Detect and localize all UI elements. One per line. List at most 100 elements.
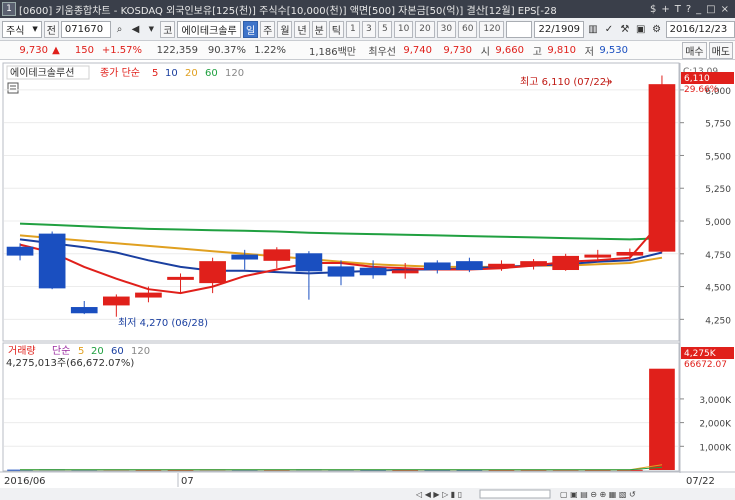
chart-area[interactable]: 에이테크솔루션 종가 단순 5 10 20 60 120 4,250 4,500 4,750… (0, 61, 735, 500)
minimize-icon[interactable]: _ (696, 4, 701, 15)
volume-value: 122,359 (156, 44, 198, 56)
candle-body (616, 251, 644, 256)
zoom-icons[interactable]: ▢ ▣ ▤ ⊖ ⊕ ▦ ▧ ↺ (560, 490, 636, 499)
help-icon[interactable]: ? (686, 4, 691, 15)
current-volume-tag: 4,275K (684, 349, 717, 359)
ma-period-label: 60 (205, 68, 218, 79)
volume-axis-tick-label: 2,000K (699, 420, 732, 430)
window-title: [0600] 키움종합차트 - KOSDAQ 외국인보유[125(천)] 주식수… (19, 5, 557, 17)
chevron-down-icon: ▼ (32, 25, 38, 33)
x-axis-label-end: 07/22 (686, 476, 715, 487)
candle (648, 75, 676, 253)
price-axis-tick-label: 5,500 (705, 152, 731, 162)
candle-body (6, 246, 34, 256)
sell-button[interactable]: 매도 (708, 41, 733, 59)
dollar-icon[interactable]: $ (650, 4, 656, 15)
period-month-button[interactable]: 월 (277, 20, 293, 38)
maximize-icon[interactable]: □ (706, 4, 715, 15)
crosshair-icon[interactable]: ✓ (602, 21, 616, 38)
period-year-button[interactable]: 년 (294, 20, 310, 38)
x-axis-label-start: 2016/06 (4, 476, 46, 487)
price-axis-tick-label: 5,000 (705, 218, 731, 228)
candle-body (488, 263, 515, 268)
interval-60-button[interactable]: 60 (458, 20, 478, 38)
volume-ma-period-label: 120 (131, 346, 150, 357)
tool-icon[interactable]: ⚒ (618, 21, 632, 38)
ma-period-label: 10 (165, 68, 178, 79)
text-icon[interactable]: T (675, 4, 681, 15)
period-day-button[interactable]: 일 (243, 20, 259, 38)
current-price: 9,730 (19, 44, 48, 56)
window-controls: $ + T ? _ □ × (650, 4, 729, 15)
interval-1-button[interactable]: 1 (345, 20, 360, 38)
blank-input[interactable] (506, 20, 533, 38)
ma-period-label: 5 (152, 68, 158, 79)
mode-select[interactable]: 주식 ▼ (2, 20, 42, 38)
volume-axis-tick-label: 3,000K (699, 396, 732, 406)
speaker-icon[interactable]: ◀ (129, 21, 143, 38)
candle-body (648, 84, 676, 252)
window-titlebar: 1 [0600] 키움종합차트 - KOSDAQ 외국인보유[125(천)] 주… (0, 0, 735, 18)
scroll-nav-icons[interactable]: ◁ ◀ ▶ ▷ ▮ ▯ (415, 490, 462, 499)
high-arrow-icon: → (604, 77, 612, 88)
volume-summary: 4,275,013주(66,672.07%) (6, 358, 134, 369)
bar-chart-icon[interactable]: ▥ (586, 21, 600, 38)
interval-20-button[interactable]: 20 (415, 20, 435, 38)
priority-label: 최우선 (368, 46, 396, 58)
current-price-tag: 6,110 (684, 74, 710, 84)
price-axis-tick-label: 4,250 (705, 316, 731, 326)
chart-toolbar: 주식 ▼ 전 071670 ⌕ ◀ ▼ 코 에이테크솔루 일 주 월 년 분 틱 … (0, 18, 735, 41)
data-count-input[interactable]: 22/1909 (534, 20, 585, 38)
stock-code-input[interactable]: 071670 (60, 20, 111, 38)
candle (552, 253, 580, 271)
gear-icon[interactable]: ⚙ (650, 21, 664, 38)
volume-ma-label: 단순 (52, 345, 70, 357)
candle-body (231, 254, 259, 260)
date-input[interactable]: 2016/12/23 (665, 20, 735, 38)
price-axis-tick-label: 4,750 (705, 251, 731, 261)
candle-body (552, 255, 580, 271)
volume-axis-tick-label: 1,000K (699, 443, 732, 453)
horizontal-scrollbar[interactable] (479, 489, 551, 499)
candle-body (102, 296, 130, 306)
candle-body (327, 266, 355, 277)
open-price: 9,660 (495, 44, 524, 56)
interval-10-button[interactable]: 10 (393, 20, 414, 38)
close-icon[interactable]: × (721, 4, 729, 15)
save-icon[interactable]: ▣ (634, 21, 648, 38)
plus-icon[interactable]: + (661, 4, 669, 15)
period-minute-button[interactable]: 분 (311, 20, 327, 38)
period-tick-button[interactable]: 틱 (328, 20, 344, 38)
ma-period-label: 120 (225, 68, 244, 79)
volume-ma-period-label: 5 (78, 346, 84, 357)
interval-3-button[interactable]: 3 (361, 20, 376, 38)
window-number: 1 (2, 2, 16, 16)
turnover-rate: 1.22% (254, 44, 286, 56)
stock-name-field: 에이테크솔루 (177, 20, 242, 38)
volume-title: 거래량 (8, 345, 36, 357)
interval-30-button[interactable]: 30 (436, 20, 457, 38)
market-tag: 코 (160, 20, 176, 38)
interval-120-button[interactable]: 120 (479, 20, 505, 38)
ma-label: 종가 단순 (100, 67, 140, 79)
prev-button[interactable]: 전 (43, 20, 59, 38)
buy-button[interactable]: 매수 (682, 41, 707, 59)
change-rate: +1.57% (101, 44, 142, 56)
period-week-button[interactable]: 주 (260, 20, 276, 38)
search-icon[interactable]: ⌕ (113, 21, 127, 38)
interval-5-button[interactable]: 5 (377, 20, 392, 38)
candle (38, 231, 66, 290)
high-annotation: 최고 6,110 (07/22) (520, 76, 610, 88)
high-label: 고 (532, 46, 542, 58)
current-change-tag: 29.66% (684, 85, 719, 95)
low-price: 9,530 (599, 44, 628, 56)
change-amount: 150 (74, 44, 94, 56)
chevron-down-icon[interactable]: ▼ (144, 21, 158, 38)
price-axis-tick-label: 5,250 (705, 185, 731, 195)
candle-body (359, 267, 387, 276)
stock-chart[interactable]: 에이테크솔루션 종가 단순 5 10 20 60 120 4,250 4,500 4,750… (0, 61, 735, 500)
current-ratio-tag: 66672.07 (684, 360, 727, 370)
grid-toggle-icon[interactable] (7, 82, 19, 94)
candle-body (391, 270, 419, 274)
candle-body (167, 276, 194, 280)
